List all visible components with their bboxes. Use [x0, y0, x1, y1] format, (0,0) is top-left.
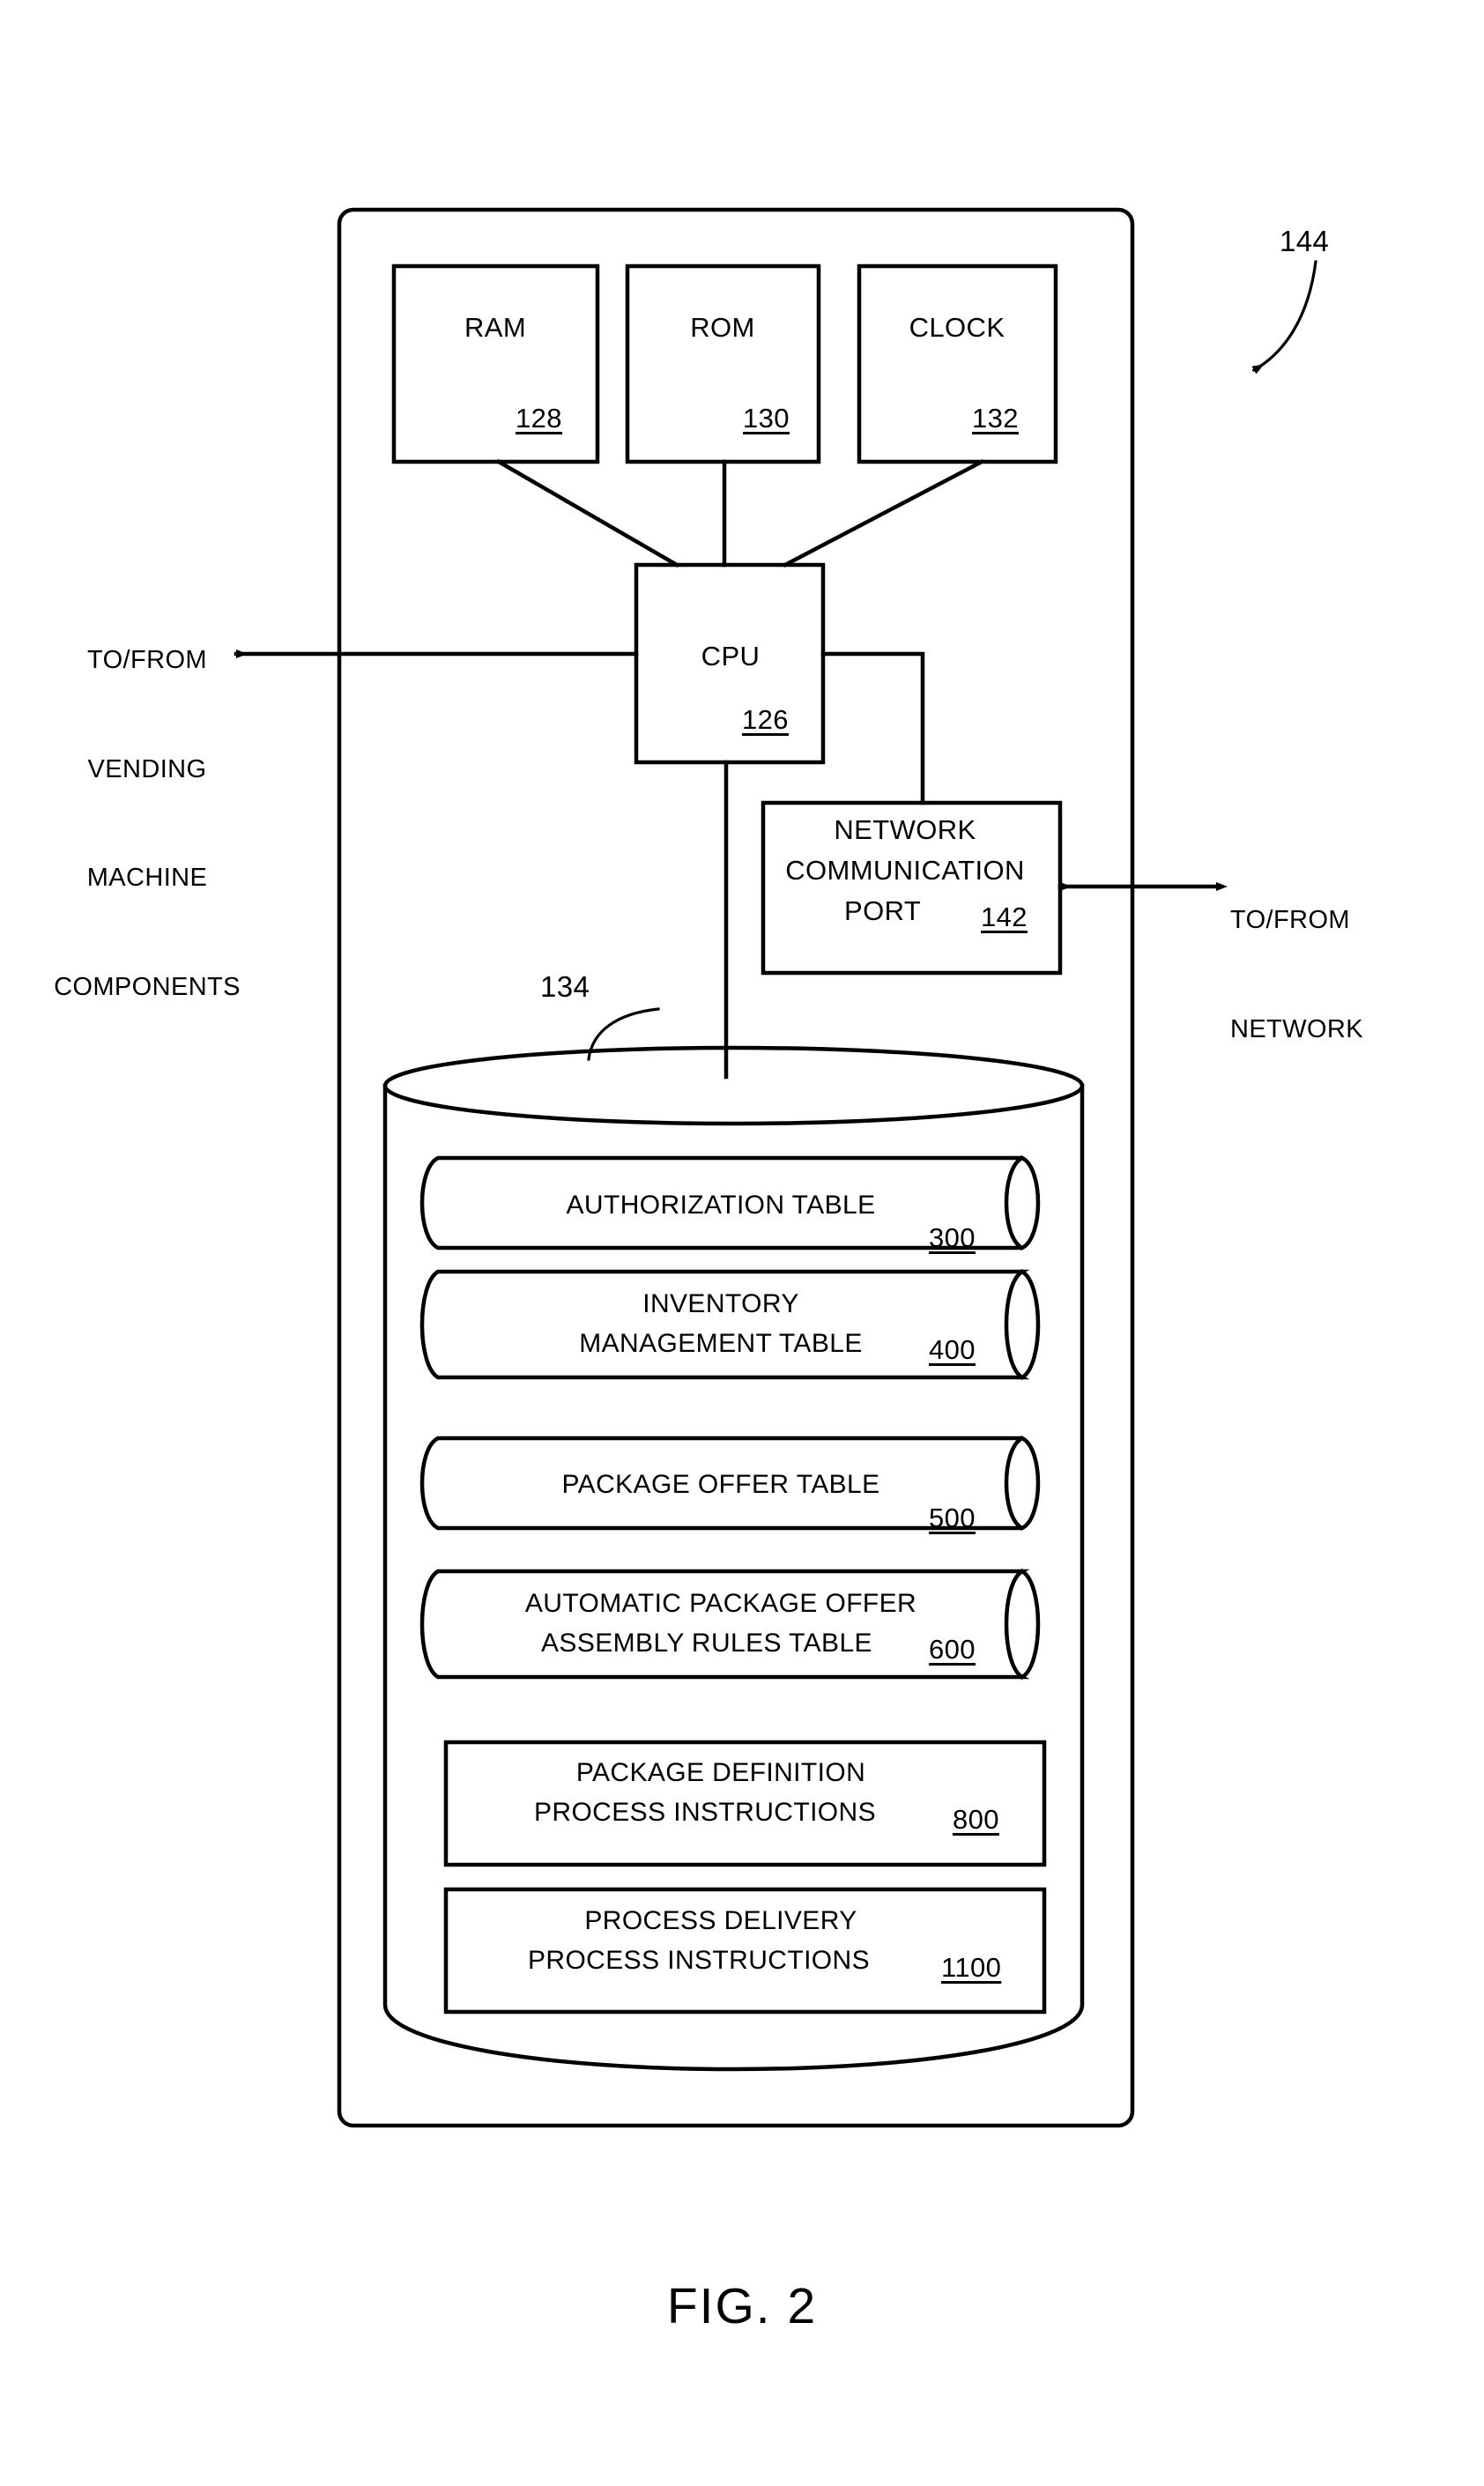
- storage-item-5-ref: 1100: [941, 1952, 1002, 1983]
- cpu-label: CPU: [701, 641, 761, 672]
- network-port-line-3: PORT: [844, 895, 922, 926]
- network-external-label: TO/FROM NETWORK: [1230, 830, 1433, 1120]
- figure-linework: [234, 207, 1317, 2128]
- cpu-ref: 126: [742, 704, 789, 735]
- vending-components-label: TO/FROM VENDING MACHINE COMPONENTS: [46, 570, 249, 1078]
- patent-figure: RAM 128 ROM 130 CLOCK 132 CPU 126 NETWOR…: [0, 0, 1484, 2486]
- vending-components-line-4: COMPONENTS: [54, 972, 241, 1001]
- database-cylinder-top: [382, 1045, 1085, 1126]
- system-ref: 144: [1280, 225, 1330, 257]
- storage-item-2-ref: 500: [929, 1503, 976, 1533]
- ram-ref: 128: [516, 403, 562, 434]
- clock-to-cpu-line: [782, 458, 985, 568]
- ram-box: [391, 263, 600, 464]
- storage-item-0-line-1: AUTHORIZATION TABLE: [566, 1191, 876, 1220]
- storage-item-0-ref: 300: [929, 1222, 976, 1253]
- ram-to-cpu-line: [495, 458, 680, 568]
- vending-components-line-3: MACHINE: [86, 864, 208, 893]
- database-ref: 134: [540, 970, 590, 1003]
- ram-label: RAM: [464, 312, 527, 343]
- clock-box: [857, 263, 1058, 464]
- storage-item-3-line-1: AUTOMATIC PACKAGE OFFER: [524, 1589, 917, 1618]
- vending-components-line-2: VENDING: [87, 754, 207, 783]
- storage-item-4-ref: 800: [953, 1804, 999, 1835]
- network-port-ref: 142: [981, 902, 1028, 932]
- storage-item-4-line-1: PACKAGE DEFINITION: [575, 1758, 866, 1787]
- rom-ref: 130: [743, 403, 790, 434]
- network-external-line-1: TO/FROM: [1230, 906, 1350, 935]
- clock-label: CLOCK: [909, 312, 1005, 343]
- network-port-line-2: COMMUNICATION: [785, 855, 1025, 886]
- rom-box: [625, 263, 821, 464]
- storage-item-5-line-1: PROCESS DELIVERY: [584, 1906, 857, 1935]
- storage-item-2-line-1: PACKAGE OFFER TABLE: [561, 1470, 880, 1499]
- storage-item-1-line-1: INVENTORY: [642, 1289, 799, 1318]
- network-external-line-2: NETWORK: [1230, 1014, 1364, 1043]
- storage-item-5-line-2: PROCESS INSTRUCTIONS: [527, 1946, 871, 1975]
- cpu-to-network-port-line: [820, 651, 925, 805]
- storage-item-3-ref: 600: [929, 1634, 976, 1665]
- storage-item-1-line-2: MANAGEMENT TABLE: [579, 1329, 863, 1358]
- clock-ref: 132: [972, 403, 1019, 434]
- storage-item-3-line-2: ASSEMBLY RULES TABLE: [541, 1629, 872, 1658]
- storage-item-1-ref: 400: [929, 1334, 976, 1365]
- system-leader-arrow: [1251, 260, 1317, 375]
- storage-item-4-line-2: PROCESS INSTRUCTIONS: [533, 1798, 877, 1827]
- network-port-line-1: NETWORK: [834, 814, 976, 845]
- figure-caption: FIG. 2: [666, 2278, 818, 2334]
- rom-label: ROM: [690, 312, 755, 343]
- vending-components-line-1: TO/FROM: [87, 646, 207, 675]
